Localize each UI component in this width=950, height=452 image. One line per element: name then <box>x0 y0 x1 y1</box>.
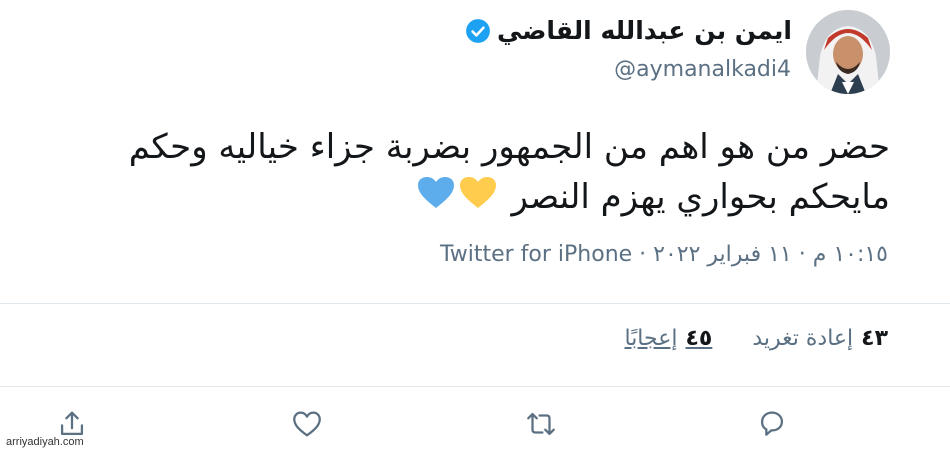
tweet-meta: ١٠:١٥ م · ١١ فبراير ٢٠٢٢ · Twitter for i… <box>439 242 888 267</box>
retweet-button[interactable] <box>521 404 561 444</box>
tweet-card: ايمن بن عبدالله القاضي @aymanalkadi4 حضر… <box>0 0 950 452</box>
retweet-icon <box>527 412 555 436</box>
avatar-image <box>806 10 890 94</box>
tweet-body: حضر من هو اهم من الجمهور بضربة جزاء خيال… <box>128 127 890 217</box>
retweets-label: إعادة تغريد <box>752 326 854 351</box>
divider-bottom <box>0 386 950 387</box>
like-button[interactable] <box>287 404 327 444</box>
reply-button[interactable] <box>752 404 792 444</box>
likes-count: ٤٥ <box>685 326 713 351</box>
verified-badge-icon <box>466 18 490 43</box>
tweet-stats: ٤٣ إعادة تغريد ٤٥ إعجابًا <box>624 326 888 351</box>
blue-heart-icon <box>417 174 455 224</box>
tweet-text: حضر من هو اهم من الجمهور بضربة جزاء خيال… <box>30 122 890 224</box>
author-name[interactable]: ايمن بن عبدالله القاضي <box>497 16 792 45</box>
reply-icon <box>760 411 784 436</box>
action-bar <box>0 398 950 452</box>
likes-stat[interactable]: ٤٥ إعجابًا <box>624 326 712 351</box>
retweets-count: ٤٣ <box>861 326 888 351</box>
author-name-row[interactable]: ايمن بن عبدالله القاضي <box>465 16 792 45</box>
divider-top <box>0 303 950 304</box>
yellow-heart-icon <box>459 174 497 224</box>
likes-label: إعجابًا <box>624 326 678 351</box>
avatar[interactable] <box>806 10 890 94</box>
watermark: arriyadiyah.com <box>6 436 84 448</box>
retweets-stat[interactable]: ٤٣ إعادة تغريد <box>752 326 888 351</box>
like-icon <box>293 411 321 437</box>
author-handle[interactable]: @aymanalkadi4 <box>614 57 791 82</box>
